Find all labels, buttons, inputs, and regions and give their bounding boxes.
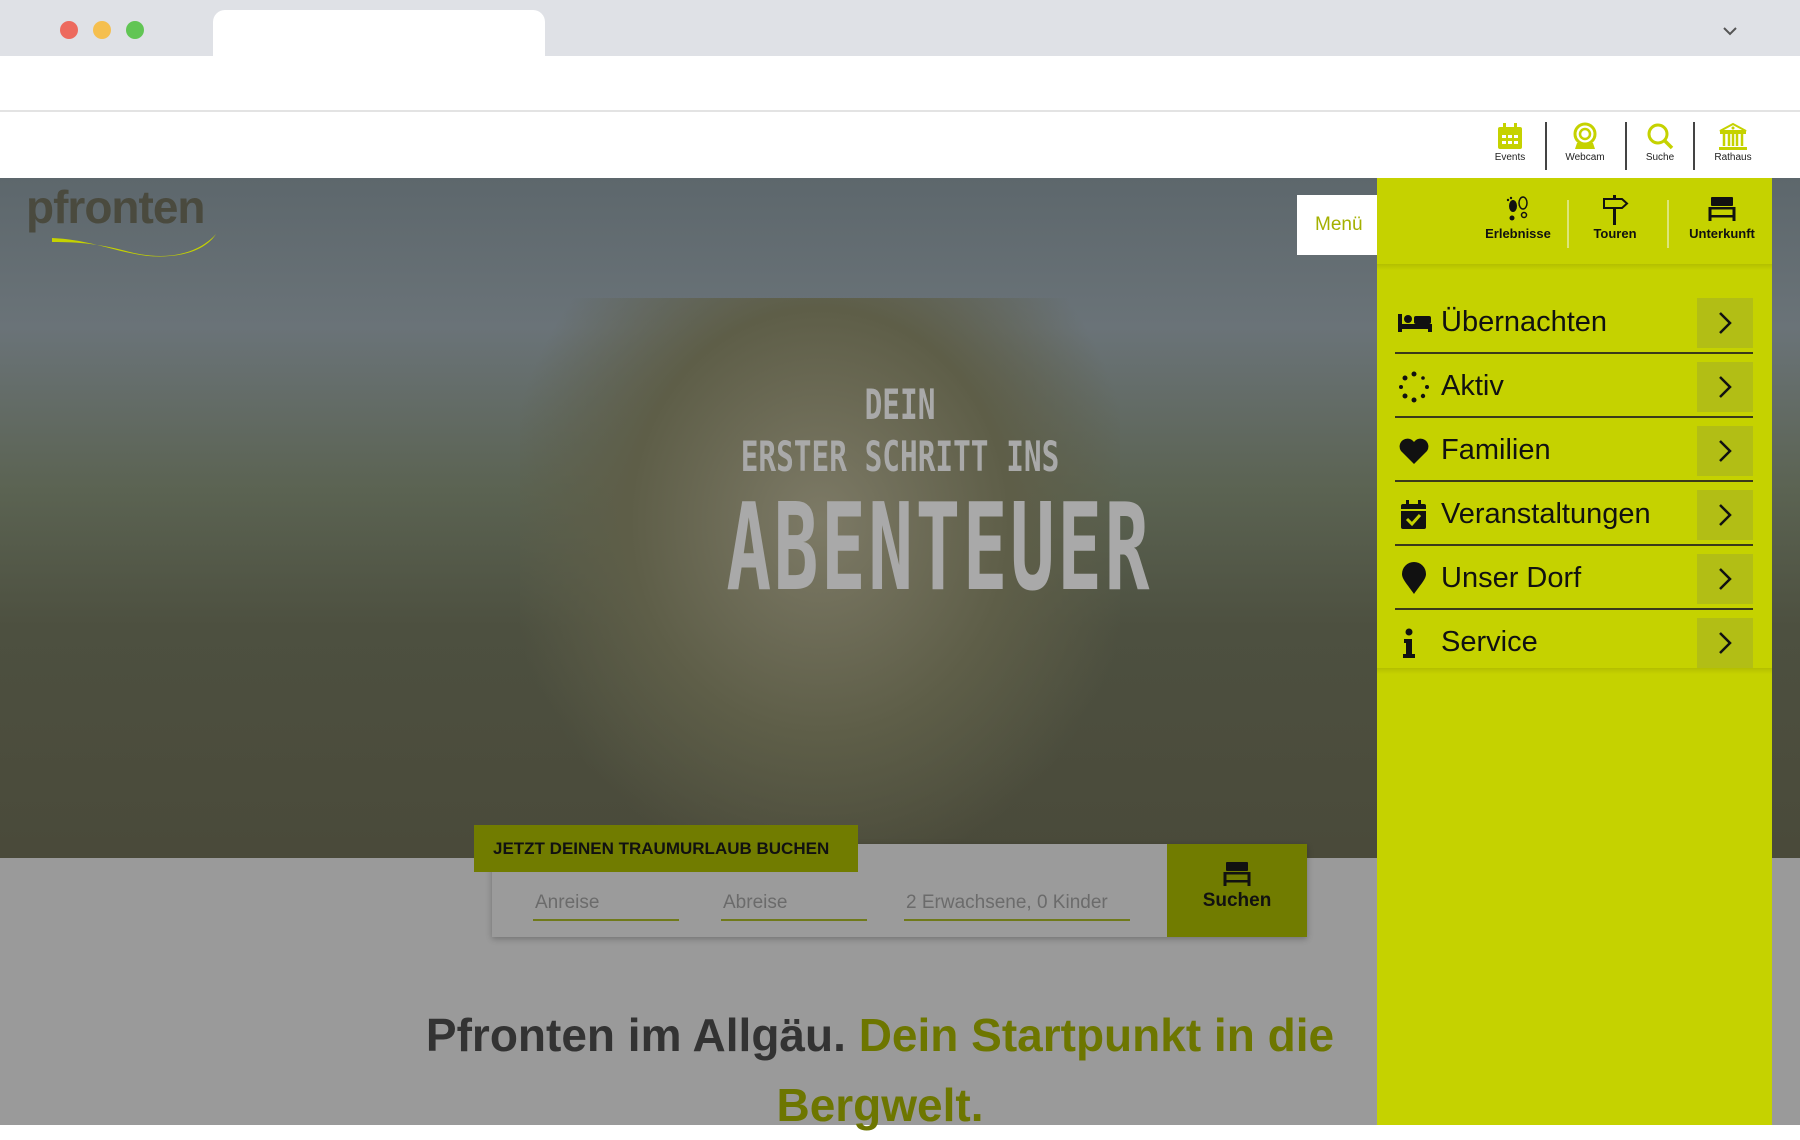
utility-webcam-label: Webcam: [1565, 152, 1605, 163]
menu-item-service[interactable]: Service: [1395, 612, 1753, 674]
calendar-icon: [1490, 122, 1530, 152]
info-icon: [1397, 626, 1431, 660]
heart-icon: [1397, 434, 1431, 468]
bed-icon: [1679, 194, 1765, 226]
hero-headline-line3: ABENTEUER: [726, 479, 1152, 618]
close-window-button[interactable]: [60, 21, 78, 39]
intro-tagline: Pfronten im Allgäu. Dein Startpunkt in d…: [380, 1000, 1380, 1140]
search-button[interactable]: Suchen: [1167, 844, 1307, 937]
browser-tab-active[interactable]: [213, 10, 545, 56]
panel-divider: [1377, 264, 1772, 270]
quick-link-touren[interactable]: Touren: [1582, 194, 1648, 254]
logo-swoosh-icon: [52, 234, 216, 257]
utility-bar: [0, 113, 1800, 178]
footprints-icon: [1481, 194, 1555, 226]
guests-input[interactable]: 2 Erwachsene, 0 Kinder: [904, 876, 1130, 921]
panel-divider: [1377, 668, 1772, 674]
menu-item-label: Übernachten: [1441, 306, 1608, 338]
search-icon: [1640, 122, 1680, 152]
menu-item-veranstaltungen[interactable]: Veranstaltungen: [1395, 484, 1753, 546]
browser-toolbar: ← → ↻ O'ΔMEDIA ⋮: [0, 56, 1800, 158]
utility-divider: [1545, 122, 1547, 170]
maximize-window-button[interactable]: [126, 21, 144, 39]
menu-toggle-label: Menü: [1315, 214, 1363, 235]
quick-link-divider: [1667, 200, 1669, 248]
hero-headline-line1: DEIN: [864, 380, 936, 429]
dots-circle-icon: [1397, 370, 1431, 404]
calendar-check-icon: [1397, 498, 1431, 532]
menu-item-label: Veranstaltungen: [1441, 498, 1651, 530]
menu-item-unser-dorf[interactable]: Unser Dorf: [1395, 548, 1753, 610]
chevron-right-icon[interactable]: [1697, 618, 1753, 668]
logo-wordmark: pfronten: [26, 181, 206, 233]
tab-search-chevron-icon[interactable]: [1722, 20, 1744, 38]
chevron-right-icon[interactable]: [1697, 362, 1753, 412]
arrival-date-input[interactable]: Anreise: [533, 876, 679, 921]
search-button-label: Suchen: [1202, 890, 1272, 911]
menu-item-label: Service: [1441, 626, 1538, 658]
map-pin-icon: [1397, 562, 1431, 596]
tagline-green: Dein Startpunkt in die Bergwelt.: [776, 1009, 1335, 1131]
quick-link-divider: [1567, 200, 1569, 248]
webcam-icon: [1560, 122, 1610, 152]
chevron-right-icon[interactable]: [1697, 426, 1753, 476]
chevron-right-icon[interactable]: [1697, 490, 1753, 540]
utility-rathaus-label: Rathaus: [1714, 152, 1752, 163]
utility-events-label: Events: [1494, 152, 1526, 163]
menu-item-label: Unser Dorf: [1441, 562, 1582, 594]
departure-date-input[interactable]: Abreise: [721, 876, 867, 921]
utility-divider: [1625, 122, 1627, 170]
site-logo[interactable]: pfronten: [26, 180, 226, 260]
chevron-right-icon[interactable]: [1697, 298, 1753, 348]
menu-panel: Erlebnisse Touren Unterkunft Übernachten…: [1377, 178, 1772, 1125]
tagline-dark: Pfronten im Allgäu.: [425, 1009, 846, 1061]
town-hall-icon: [1706, 122, 1760, 152]
quick-link-erlebnisse-label: Erlebnisse: [1485, 226, 1551, 241]
quick-link-unterkunft-label: Unterkunft: [1689, 226, 1755, 241]
utility-search-label: Suche: [1645, 152, 1675, 163]
utility-rathaus[interactable]: Rathaus: [1706, 122, 1760, 168]
menu-item-label: Aktiv: [1441, 370, 1504, 402]
utility-webcam[interactable]: Webcam: [1560, 122, 1610, 168]
hero-headline: DEIN ERSTER SCHRITT INS ABENTEUER: [620, 380, 1180, 614]
menu-item-label: Familien: [1441, 434, 1551, 466]
quick-link-unterkunft[interactable]: Unterkunft: [1679, 194, 1765, 254]
quick-link-erlebnisse[interactable]: Erlebnisse: [1481, 194, 1555, 254]
menu-item-familien[interactable]: Familien: [1395, 420, 1753, 482]
bed-icon: [1397, 306, 1432, 340]
booking-label: JETZT DEINEN TRAUMURLAUB BUCHEN: [474, 825, 858, 872]
bed-icon: [1167, 844, 1307, 890]
utility-divider: [1693, 122, 1695, 170]
minimize-window-button[interactable]: [93, 21, 111, 39]
utility-search[interactable]: Suche: [1640, 122, 1680, 168]
menu-item-uebernachten[interactable]: Übernachten: [1395, 292, 1753, 354]
browser-tab-strip: [0, 0, 1800, 56]
quick-link-touren-label: Touren: [1593, 226, 1637, 241]
hero-headline-line2: ERSTER SCHRITT INS: [740, 432, 1060, 481]
chevron-right-icon[interactable]: [1697, 554, 1753, 604]
menu-item-aktiv[interactable]: Aktiv: [1395, 356, 1753, 418]
utility-events[interactable]: Events: [1490, 122, 1530, 168]
signpost-icon: [1582, 194, 1648, 226]
